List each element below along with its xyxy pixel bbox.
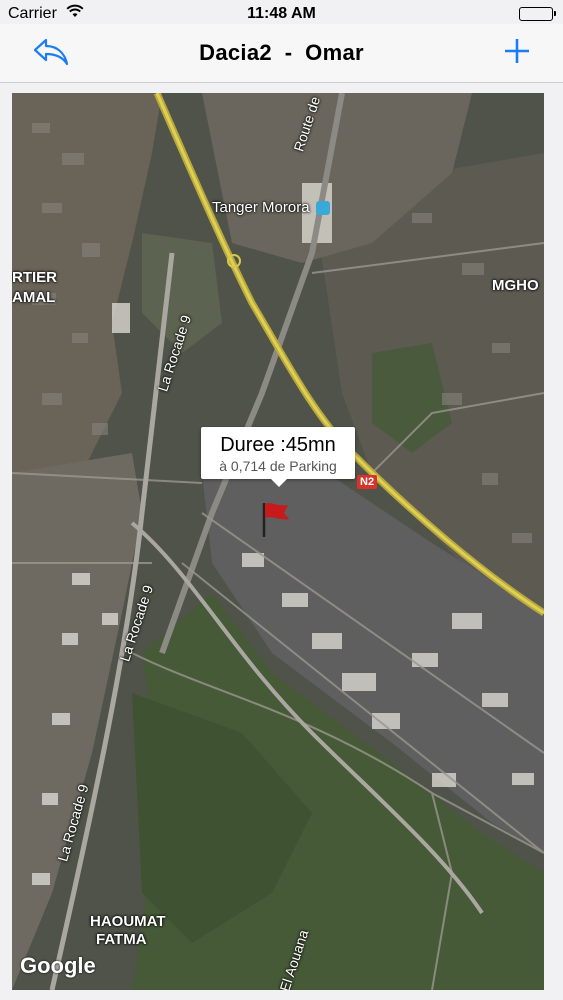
map-label-quartier: RTIER — [12, 269, 57, 286]
map-label-mgho: MGHO — [492, 277, 539, 294]
map-label-station: Tanger Morora — [212, 199, 310, 216]
map-label-haoumat: HAOUMAT — [90, 913, 166, 930]
add-button[interactable] — [501, 35, 533, 67]
route-badge-n2: N2 — [357, 475, 378, 489]
navigation-bar: Dacia2 - Omar — [0, 24, 563, 83]
map-imagery — [12, 93, 544, 990]
callout-title: Duree :45mn — [220, 434, 336, 456]
page-title: Dacia2 - Omar — [199, 40, 364, 65]
map-label-fatma: FATMA — [96, 931, 147, 948]
satellite-map[interactable]: Tanger Morora RTIER AMAL MGHO HAOUMAT FA… — [12, 93, 544, 990]
map-callout[interactable]: Duree :45mn à 0,714 de Parking — [201, 427, 355, 487]
plus-icon — [505, 39, 529, 63]
callout-subtitle: à 0,714 de Parking — [219, 458, 337, 474]
google-attribution: Google — [20, 953, 96, 978]
status-time: 11:48 AM — [247, 5, 316, 22]
battery-icon — [519, 7, 556, 21]
map-label-amal: AMAL — [12, 289, 56, 306]
